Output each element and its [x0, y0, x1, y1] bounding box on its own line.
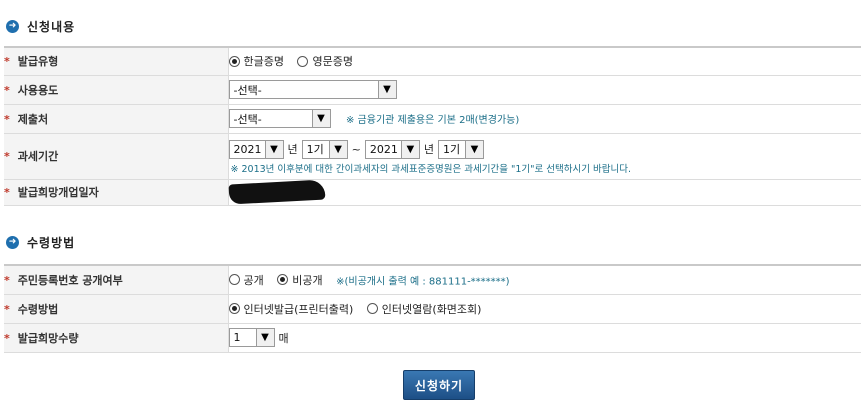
chevron-down-icon: ▼	[264, 140, 283, 158]
radio-label: 비공개	[292, 273, 323, 287]
section-header-receive: ➜ 수령방법	[6, 234, 75, 251]
term-to-select[interactable]: 1기 ▼	[437, 139, 484, 159]
submit-button[interactable]: 신청하기	[403, 370, 475, 400]
chevron-down-icon: ▼	[311, 110, 330, 127]
row-issue-type: * 발급유형 한글증명 영문증명	[4, 47, 861, 76]
radio-label: 인터넷발급(프린터출력)	[243, 302, 354, 316]
receive-form-table: * 주민등록번호 공개여부 공개 비공개 ※(비공개시 출력 예 : 881111…	[4, 264, 861, 353]
submit-note: ※ 금융기관 제출용은 기본 2매(변경가능)	[346, 115, 520, 126]
required-icon: *	[4, 150, 10, 163]
radio-korean-cert[interactable]	[228, 55, 240, 67]
required-icon: *	[4, 83, 10, 97]
field-label: 발급희망개업일자	[17, 186, 99, 199]
radio-english-cert[interactable]	[297, 55, 309, 67]
section-header-application: ➜ 신청내용	[6, 18, 75, 35]
unit-year: 년	[423, 143, 434, 156]
row-submit-to: * 제출처 -선택- ▼ ※ 금융기관 제출용은 기본 2매(변경가능)	[4, 104, 861, 134]
row-tax-period: * 과세기간 2021 ▼ 년 1기 ▼ ~2021 ▼ 년 1기 ▼ ※ 2013년 이후분에 대…	[4, 133, 861, 180]
redacted-date-field[interactable]	[228, 179, 325, 205]
required-icon: *	[4, 302, 10, 316]
required-icon: *	[4, 273, 10, 287]
required-icon: *	[4, 55, 10, 69]
arrow-right-circle-icon: ➜	[6, 20, 19, 33]
field-label: 사용용도	[17, 83, 59, 97]
radio-internet-issue[interactable]	[228, 303, 240, 314]
tilde: ~	[351, 142, 361, 156]
unit-year: 년	[287, 143, 298, 156]
field-label: 수령방법	[17, 302, 59, 316]
radio-disclose[interactable]	[228, 274, 240, 286]
section-title: 신청내용	[27, 20, 76, 34]
usage-select[interactable]: -선택- ▼	[228, 80, 397, 99]
required-icon: *	[4, 186, 10, 199]
section-title: 수령방법	[27, 236, 76, 250]
radio-label: 영문증명	[312, 55, 353, 69]
radio-label: 한글증명	[243, 55, 284, 69]
term-from-select[interactable]: 1기 ▼	[301, 139, 348, 159]
field-label: 제출처	[17, 112, 49, 126]
arrow-right-circle-icon: ➜	[6, 236, 19, 249]
tax-period-note: ※ 2013년 이후분에 대한 간이과세자의 과세표준증명원은 과세기간을 "1…	[230, 163, 632, 175]
chevron-down-icon: ▼	[464, 140, 483, 158]
radio-label: 공개	[243, 273, 264, 287]
radio-undisclose[interactable]	[277, 274, 289, 286]
row-copies: * 발급희망수량 1 ▼ 매	[4, 323, 861, 353]
row-start-date: * 발급희망개업일자	[4, 179, 861, 206]
application-form-table: * 발급유형 한글증명 영문증명 * 사용용도 -선택- ▼ * 제출처 -선택- ▼ ※…	[4, 46, 861, 206]
field-label: 주민등록번호 공개여부	[17, 273, 123, 287]
year-to-select[interactable]: 2021 ▼	[364, 139, 420, 159]
field-label: 발급희망수량	[17, 331, 79, 345]
chevron-down-icon: ▼	[400, 140, 419, 158]
row-receive-method: * 수령방법 인터넷발급(프린터출력) 인터넷열람(화면조회)	[4, 294, 861, 324]
radio-label: 인터넷열람(화면조회)	[381, 302, 482, 316]
unit-copies: 매	[278, 331, 289, 345]
chevron-down-icon: ▼	[328, 140, 347, 158]
row-usage: * 사용용도 -선택- ▼	[4, 75, 861, 105]
year-from-select[interactable]: 2021 ▼	[228, 139, 284, 159]
field-label: 과세기간	[17, 150, 59, 163]
required-icon: *	[4, 331, 10, 345]
field-label: 발급유형	[17, 55, 59, 69]
chevron-down-icon: ▼	[377, 81, 396, 98]
copies-select[interactable]: 1 ▼	[228, 328, 275, 347]
rrn-note: ※(비공개시 출력 예 : 881111-*******)	[336, 276, 510, 288]
chevron-down-icon: ▼	[255, 329, 274, 346]
row-rrn-disclosure: * 주민등록번호 공개여부 공개 비공개 ※(비공개시 출력 예 : 881111…	[4, 265, 861, 295]
submit-to-select[interactable]: -선택- ▼	[228, 109, 331, 128]
radio-internet-view[interactable]	[366, 303, 378, 314]
required-icon: *	[4, 112, 10, 126]
